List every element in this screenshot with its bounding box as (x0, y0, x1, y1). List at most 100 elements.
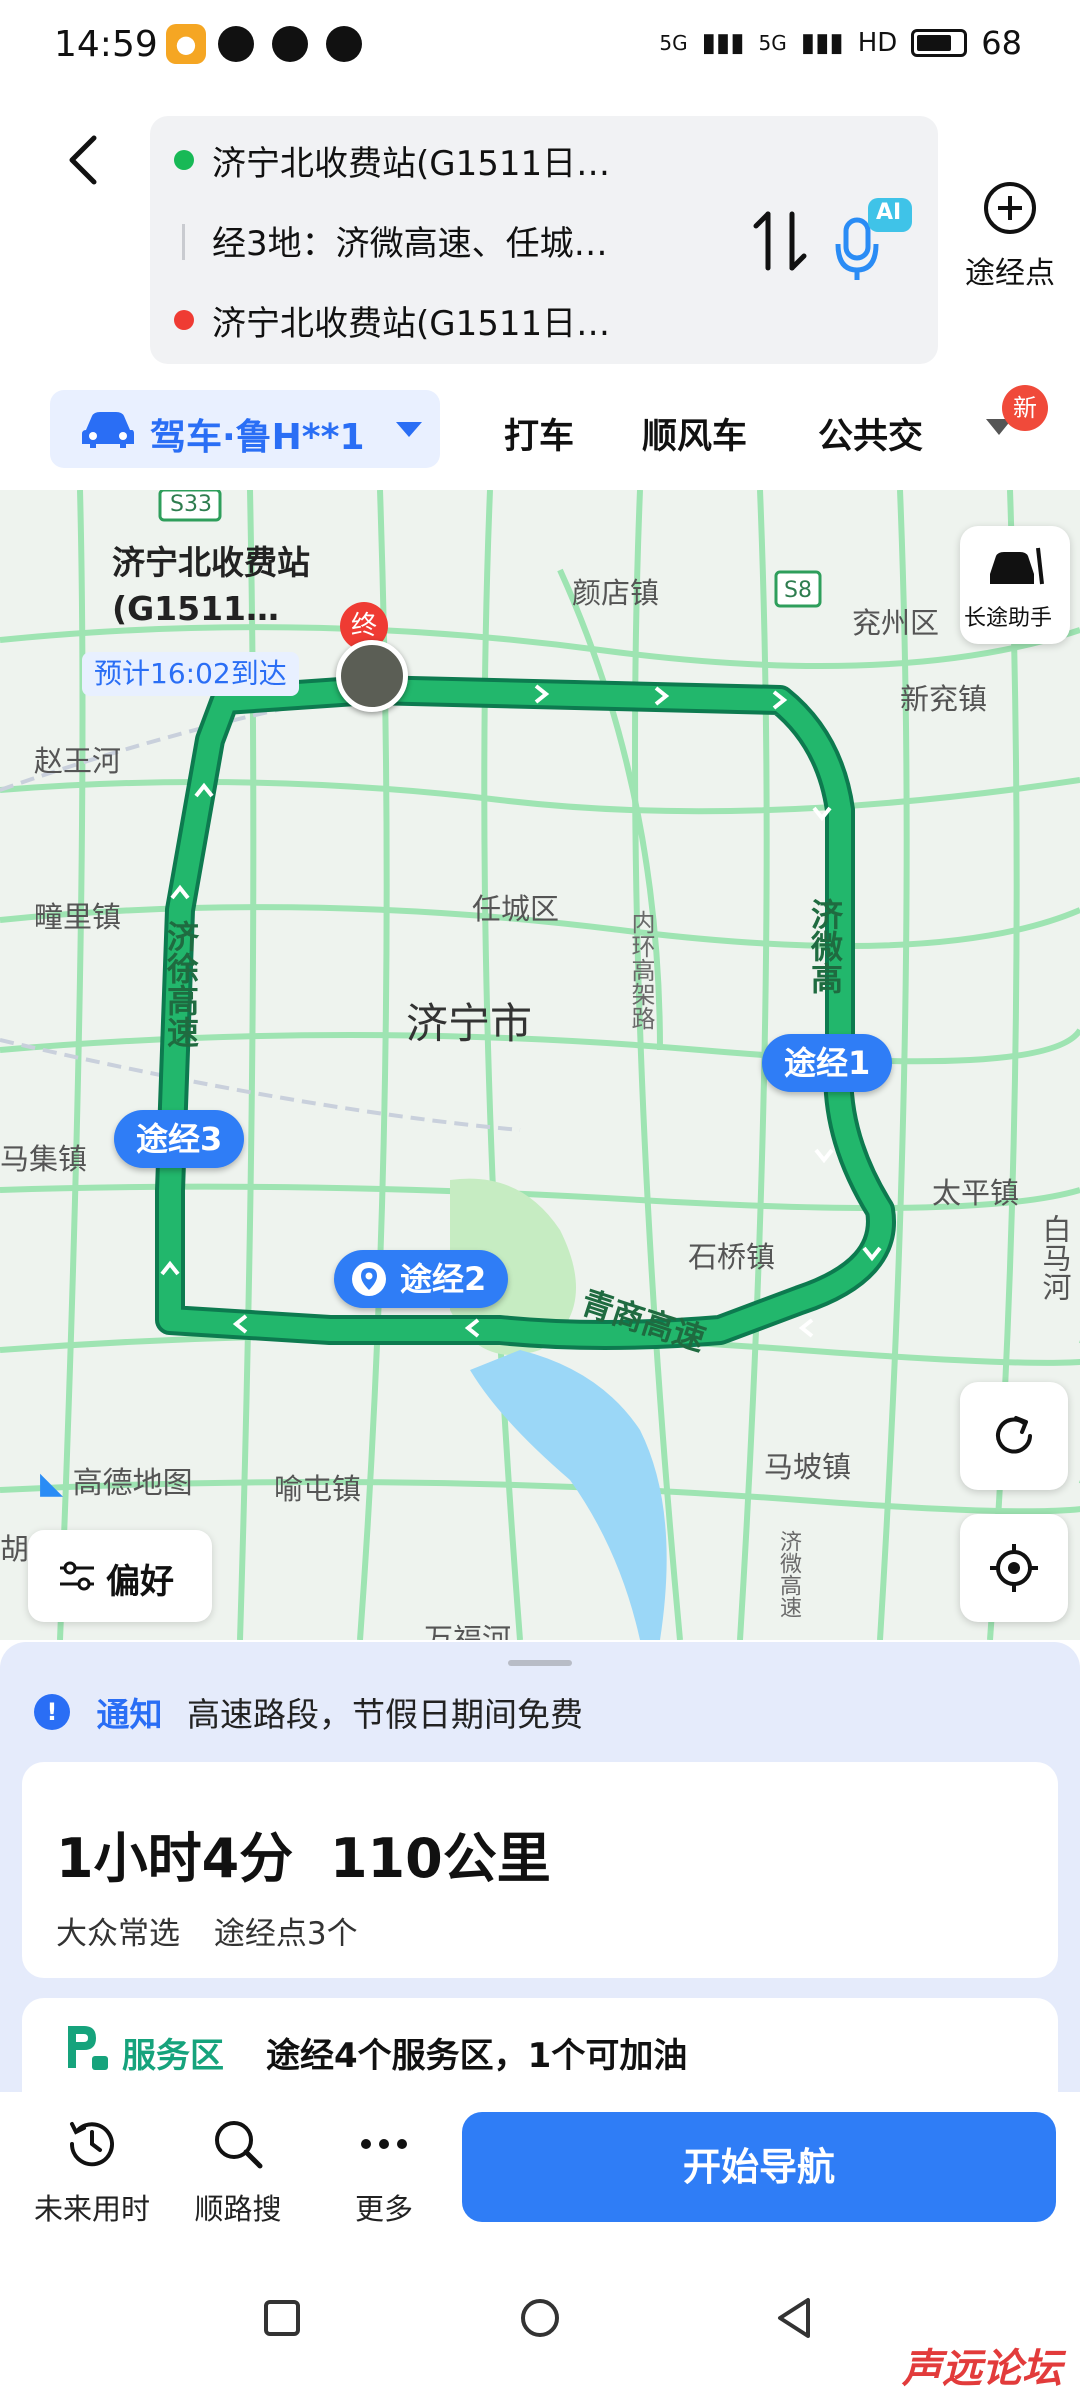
road-jiwei-expressway-south: 济微高速 (776, 1530, 801, 1618)
car-icon (82, 412, 134, 448)
status-right: 5G ▮▮▮ 5G ▮▮▮ HD 68 (659, 24, 1022, 62)
start-navigation-button[interactable]: 开始导航 (462, 2112, 1056, 2222)
swap-icon (753, 211, 807, 271)
place-yanzhou: 兖州区 (852, 606, 940, 640)
parking-fuel-icon (68, 2026, 108, 2070)
road-jiwei-expressway: 济微高 (806, 898, 844, 994)
more-dots-icon (361, 2139, 407, 2149)
route-tag-popular: 大众常选 (56, 1916, 180, 1952)
future-time-button[interactable]: 未来用时 (22, 2114, 162, 2228)
waypoint-2-pin[interactable]: 途经2 (334, 1250, 509, 1308)
ai-microphone-icon (835, 198, 912, 280)
chat-notification-icon (272, 26, 308, 62)
place-taiping: 太平镇 (932, 1176, 1020, 1210)
chevron-down-icon (396, 422, 422, 437)
clock-history-icon (69, 2122, 114, 2167)
tab-taxi[interactable]: 打车 (504, 408, 574, 459)
place-hu: 胡 (0, 1532, 30, 1566)
place-yutun: 喻屯镇 (274, 1472, 362, 1506)
origin-text: 济宁北收费站(G1511日… (212, 144, 611, 184)
service-area-title: 服务区 (122, 2036, 224, 2076)
tab-carpool[interactable]: 顺风车 (642, 408, 747, 459)
place-yandian: 颜店镇 (572, 576, 660, 610)
map-view[interactable]: S33 S8 济宁北收费站(G1511… 终 预计16:02到达 长途助手 颜店… (0, 490, 1080, 1640)
place-xinyan: 新兖镇 (900, 682, 988, 716)
route-input-panel: 济宁北收费站(G1511日… 经3地：济微高速、任城… 济宁北收费站(G1511… (150, 116, 938, 364)
place-mapo: 马坡镇 (764, 1450, 852, 1484)
system-navigation-bar: 声远论坛 (0, 2252, 1080, 2400)
place-maji: 马集镇 (0, 1142, 88, 1176)
add-waypoint-label: 途经点 (965, 256, 1055, 291)
place-tuanli: 疃里镇 (34, 900, 122, 934)
info-icon: ! (34, 1694, 70, 1730)
back-nav-icon[interactable] (774, 2296, 814, 2340)
car-road-icon (990, 547, 1044, 585)
place-rencheng: 任城区 (472, 892, 560, 926)
microphone-icon: ● (166, 24, 206, 64)
road-shield-s33: S33 (170, 492, 212, 517)
back-button[interactable] (56, 130, 116, 190)
route-waypoint-count: 途经点3个 (213, 1916, 358, 1952)
amap-logo: ◣ 高德地图 (40, 1458, 193, 1502)
amap-logo-text: 高德地图 (72, 1466, 193, 1501)
route-tags: 大众常选 途经点3个 (56, 1908, 358, 1953)
status-bar: 14:59 ● 5G ▮▮▮ 5G ▮▮▮ HD 68 (0, 0, 1080, 92)
waypoint-3-pin[interactable]: 途经3 (114, 1110, 245, 1168)
refresh-route-button[interactable] (960, 1382, 1068, 1490)
tab-transit[interactable]: 公共交 (818, 408, 948, 459)
start-location-avatar (336, 640, 408, 712)
long-trip-assistant-label: 长途助手 (964, 606, 1053, 631)
refresh-icon (996, 1416, 1032, 1454)
add-waypoint-button[interactable]: 途经点 (950, 180, 1070, 292)
signal-1: 5G (659, 31, 688, 55)
eta-label: 预计16:02到达 (82, 652, 299, 696)
long-trip-assistant-button[interactable]: 长途助手 (960, 526, 1070, 644)
app-notification-icon (218, 26, 254, 62)
route-distance: 110公里 (329, 1827, 551, 1890)
route-bottom-sheet[interactable]: ! 通知 高速路段，节假日期间免费 1小时4分 110公里 大众常选 途经点3个… (0, 1642, 1080, 2118)
place-wanfuhe: 万福河 (424, 1622, 512, 1640)
recents-icon[interactable] (262, 2298, 302, 2338)
via-text: 经3地：济微高速、任城… (212, 224, 608, 264)
origin-dot-icon (174, 150, 194, 170)
notice-bar[interactable]: ! 通知 高速路段，节假日期间免费 (34, 1688, 583, 1738)
place-shiqiao: 石桥镇 (688, 1240, 776, 1274)
future-time-label: 未来用时 (33, 2192, 150, 2226)
route-duration: 1小时4分 (56, 1827, 294, 1890)
destination-row[interactable]: 济宁北收费站(G1511日… (150, 284, 710, 354)
new-badge: 新 (1002, 385, 1048, 431)
tab-drive-label: 驾车·鲁H**1 (150, 417, 365, 458)
crosshair-icon (990, 1544, 1038, 1592)
route-option-card[interactable]: 1小时4分 110公里 大众常选 途经点3个 (22, 1762, 1058, 1978)
notice-title: 通知 (96, 1695, 163, 1734)
swap-route-button[interactable] (750, 208, 810, 274)
origin-row[interactable]: 济宁北收费站(G1511日… (150, 124, 710, 194)
locate-me-button[interactable] (960, 1514, 1068, 1622)
ai-voice-button[interactable]: AI (834, 194, 914, 284)
more-button[interactable]: 更多 (314, 2114, 454, 2228)
waypoint-1-pin[interactable]: 途经1 (762, 1034, 893, 1092)
ai-badge: AI (876, 200, 902, 225)
status-time: 14:59 (54, 24, 158, 65)
signal-bars-icon: ▮▮▮ (701, 28, 745, 58)
via-row[interactable]: 经3地：济微高速、任城… (150, 204, 710, 274)
along-route-search-button[interactable]: 顺路搜 (168, 2114, 308, 2228)
route-time-distance: 1小时4分 110公里 (56, 1814, 551, 1893)
home-icon[interactable] (518, 2296, 562, 2340)
road-inner-ring: 内环高架路 (627, 910, 655, 1030)
destination-dot-icon (174, 310, 194, 330)
battery-level: 68 (981, 24, 1022, 62)
sheet-drag-handle[interactable] (508, 1660, 572, 1666)
along-route-search-label: 顺路搜 (194, 2192, 282, 2226)
road-shield-s8: S8 (784, 578, 812, 603)
preference-label: 偏好 (106, 1562, 174, 1602)
tab-drive[interactable]: 驾车·鲁H**1 (50, 390, 440, 468)
amap-logo-icon: ◣ (40, 1466, 64, 1501)
road-jixu-expressway: 济徐高速 (162, 920, 200, 1048)
plus-circle-icon (984, 182, 1036, 234)
search-icon (215, 2121, 263, 2169)
route-connector (182, 224, 185, 260)
destination-map-label: 济宁北收费站(G1511… (112, 543, 310, 628)
forum-watermark: 声远论坛 (902, 2346, 1062, 2392)
preference-button[interactable]: 偏好 (28, 1530, 212, 1622)
